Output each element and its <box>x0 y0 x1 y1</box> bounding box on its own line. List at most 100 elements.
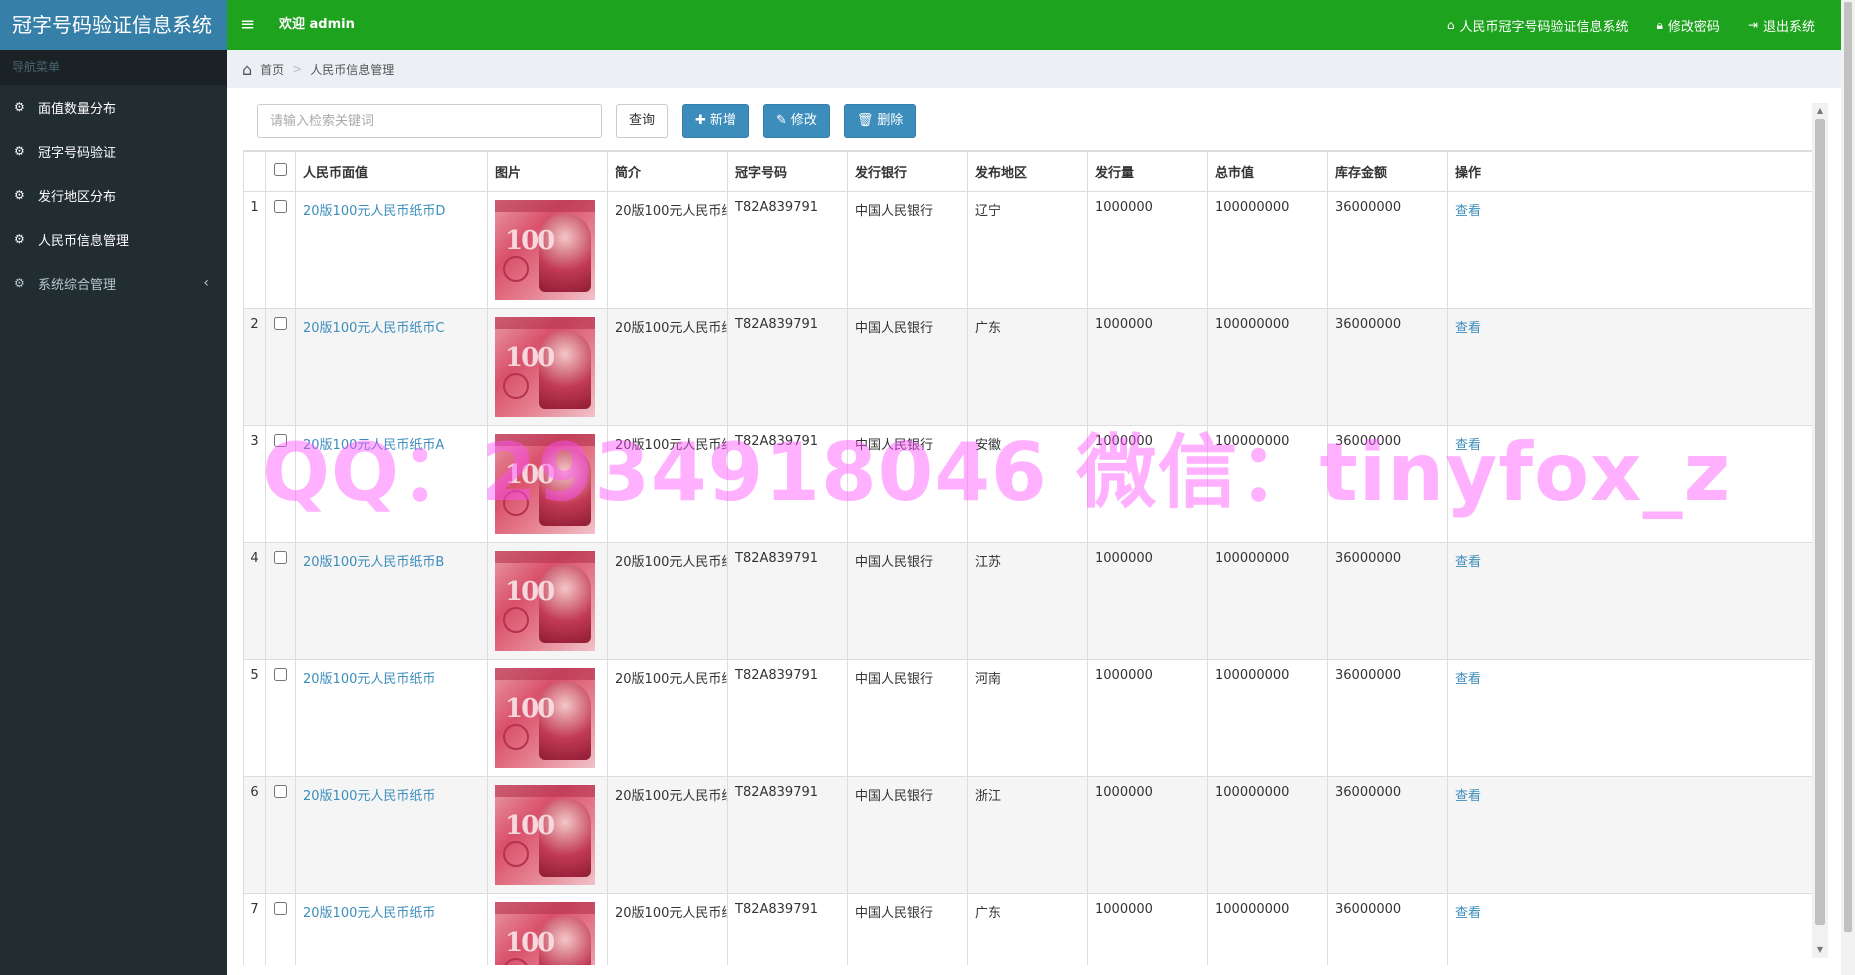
breadcrumb-home[interactable]: 首页 <box>260 61 284 78</box>
column-header[interactable]: 人民币面值 <box>295 151 488 192</box>
select-all-checkbox[interactable] <box>274 163 287 176</box>
sidebar-item-region-distribution[interactable]: ⚙ 发行地区分布 <box>0 173 227 217</box>
denomination-link[interactable]: 20版100元人民币纸币C <box>303 321 444 336</box>
nav-home-link[interactable]: ⌂ 人民币冠字号码验证信息系统 <box>1447 16 1629 35</box>
row-checkbox[interactable] <box>274 317 287 330</box>
banknote-image[interactable]: 100 <box>495 434 595 534</box>
view-link[interactable]: 查看 <box>1455 906 1481 921</box>
page-scrollbar-thumb[interactable] <box>1844 2 1852 932</box>
stock-amount-cell: 36000000 <box>1327 659 1448 777</box>
view-link[interactable]: 查看 <box>1455 438 1481 453</box>
row-checkbox[interactable] <box>274 785 287 798</box>
toolbar: 查询 ✚新增 ✎修改 🗑︎删除 <box>257 104 917 138</box>
denomination-cell: 20版100元人民币纸币 <box>295 776 488 894</box>
bank-cell: 中国人民银行 <box>847 425 968 543</box>
column-header[interactable]: 总市值 <box>1207 151 1328 192</box>
region-cell: 江苏 <box>967 542 1088 660</box>
bars-icon[interactable]: ≡ <box>240 0 255 50</box>
intro-cell: 20版100元人民币纸币 <box>607 893 728 965</box>
row-number: 5 <box>243 659 266 777</box>
market-value-cell: 100000000 <box>1207 659 1328 777</box>
denomination-cell: 20版100元人民币纸币 <box>295 893 488 965</box>
edit-button[interactable]: ✎ 修改 <box>762 104 830 138</box>
scroll-up-arrow-icon[interactable]: ▲ <box>1812 103 1828 119</box>
column-header[interactable]: 发行银行 <box>847 151 968 192</box>
table-row[interactable]: 1 20版100元人民币纸币D 100 20版100元人民币纸币 T82A839… <box>243 191 1820 309</box>
brand-title[interactable]: 冠字号码验证信息系统 <box>0 0 227 50</box>
row-checkbox[interactable] <box>274 902 287 915</box>
denomination-link[interactable]: 20版100元人民币纸币 <box>303 906 435 921</box>
breadcrumb-current: 人民币信息管理 <box>310 62 395 77</box>
bank-cell: 中国人民银行 <box>847 542 968 660</box>
sidebar-item-rmb-info-management[interactable]: ⚙ 人民币信息管理 <box>0 217 227 261</box>
add-button[interactable]: ✚ 新增 <box>682 104 749 138</box>
action-cell: 查看 <box>1447 542 1820 660</box>
view-link[interactable]: 查看 <box>1455 789 1481 804</box>
banknote-image[interactable]: 100 <box>495 902 595 965</box>
table-row[interactable]: 3 20版100元人民币纸币A 100 20版100元人民币纸币 T82A839… <box>243 425 1820 543</box>
banknote-value: 100 <box>505 460 555 490</box>
column-header[interactable]: 图片 <box>487 151 608 192</box>
column-header[interactable]: 库存金额 <box>1327 151 1448 192</box>
delete-button[interactable]: 🗑︎ 删除 <box>843 104 917 138</box>
market-value-cell: 100000000 <box>1207 308 1328 426</box>
table-row[interactable]: 4 20版100元人民币纸币B 100 20版100元人民币纸币 T82A839… <box>243 542 1820 660</box>
denomination-cell: 20版100元人民币纸币C <box>295 308 488 426</box>
query-button[interactable]: 查询 <box>616 104 669 138</box>
market-value-cell: 100000000 <box>1207 776 1328 894</box>
row-number: 2 <box>243 308 266 426</box>
column-header[interactable]: 发行量 <box>1087 151 1208 192</box>
table-row[interactable]: 5 20版100元人民币纸币 100 20版100元人民币纸币 T82A8397… <box>243 659 1820 777</box>
banknote-image[interactable]: 100 <box>495 200 595 300</box>
page-scrollbar[interactable] <box>1841 0 1855 975</box>
logout-icon: ⇥ <box>1747 18 1758 32</box>
view-link[interactable]: 查看 <box>1455 672 1481 687</box>
table-scrollbar-thumb[interactable] <box>1815 119 1825 925</box>
scroll-down-arrow-icon[interactable]: ▼ <box>1812 942 1828 958</box>
denomination-cell: 20版100元人民币纸币B <box>295 542 488 660</box>
sidebar-item-serial-verification[interactable]: ⚙ 冠字号码验证 <box>0 129 227 173</box>
serial-cell: T82A839791 <box>727 308 848 426</box>
stock-amount-cell: 36000000 <box>1327 425 1448 543</box>
banknote-image[interactable]: 100 <box>495 668 595 768</box>
table-row[interactable]: 2 20版100元人民币纸币C 100 20版100元人民币纸币 T82A839… <box>243 308 1820 426</box>
nav-logout-link[interactable]: ⇥ 退出系统 <box>1748 16 1815 35</box>
denomination-link[interactable]: 20版100元人民币纸币 <box>303 672 435 687</box>
banknote-image[interactable]: 100 <box>495 317 595 417</box>
row-checkbox[interactable] <box>274 200 287 213</box>
table-scrollbar[interactable]: ▲ ▼ <box>1812 103 1828 958</box>
bank-cell: 中国人民银行 <box>847 659 968 777</box>
row-select-cell <box>265 191 296 309</box>
home-icon[interactable]: ⌂ <box>242 60 252 79</box>
intro-cell: 20版100元人民币纸币 <box>607 308 728 426</box>
nav-change-password-link[interactable]: 🔒︎ 修改密码 <box>1657 16 1720 35</box>
edit-button-label: 修改 <box>790 113 817 128</box>
market-value-cell: 100000000 <box>1207 191 1328 309</box>
row-checkbox[interactable] <box>274 668 287 681</box>
region-cell: 辽宁 <box>967 191 1088 309</box>
sidebar-item-denomination-distribution[interactable]: ⚙ 面值数量分布 <box>0 85 227 129</box>
column-header[interactable]: 操作 <box>1447 151 1820 192</box>
banknote-image[interactable]: 100 <box>495 551 595 651</box>
column-header[interactable]: 冠字号码 <box>727 151 848 192</box>
view-link[interactable]: 查看 <box>1455 555 1481 570</box>
denomination-link[interactable]: 20版100元人民币纸币D <box>303 204 445 219</box>
column-header[interactable]: 发布地区 <box>967 151 1088 192</box>
sidebar-item-system-management[interactable]: ⚙ 系统综合管理 ‹ <box>0 261 227 305</box>
table-row[interactable]: 7 20版100元人民币纸币 100 20版100元人民币纸币 T82A8397… <box>243 893 1820 965</box>
row-number: 4 <box>243 542 266 660</box>
row-checkbox[interactable] <box>274 551 287 564</box>
row-checkbox[interactable] <box>274 434 287 447</box>
search-input[interactable] <box>257 104 602 138</box>
stock-amount-cell: 36000000 <box>1327 776 1448 894</box>
denomination-link[interactable]: 20版100元人民币纸币 <box>303 789 435 804</box>
image-cell: 100 <box>487 659 608 777</box>
intro-cell: 20版100元人民币纸币 <box>607 776 728 894</box>
view-link[interactable]: 查看 <box>1455 321 1481 336</box>
denomination-link[interactable]: 20版100元人民币纸币B <box>303 555 444 570</box>
view-link[interactable]: 查看 <box>1455 204 1481 219</box>
banknote-image[interactable]: 100 <box>495 785 595 885</box>
denomination-link[interactable]: 20版100元人民币纸币A <box>303 438 444 453</box>
column-header[interactable]: 简介 <box>607 151 728 192</box>
table-row[interactable]: 6 20版100元人民币纸币 100 20版100元人民币纸币 T82A8397… <box>243 776 1820 894</box>
